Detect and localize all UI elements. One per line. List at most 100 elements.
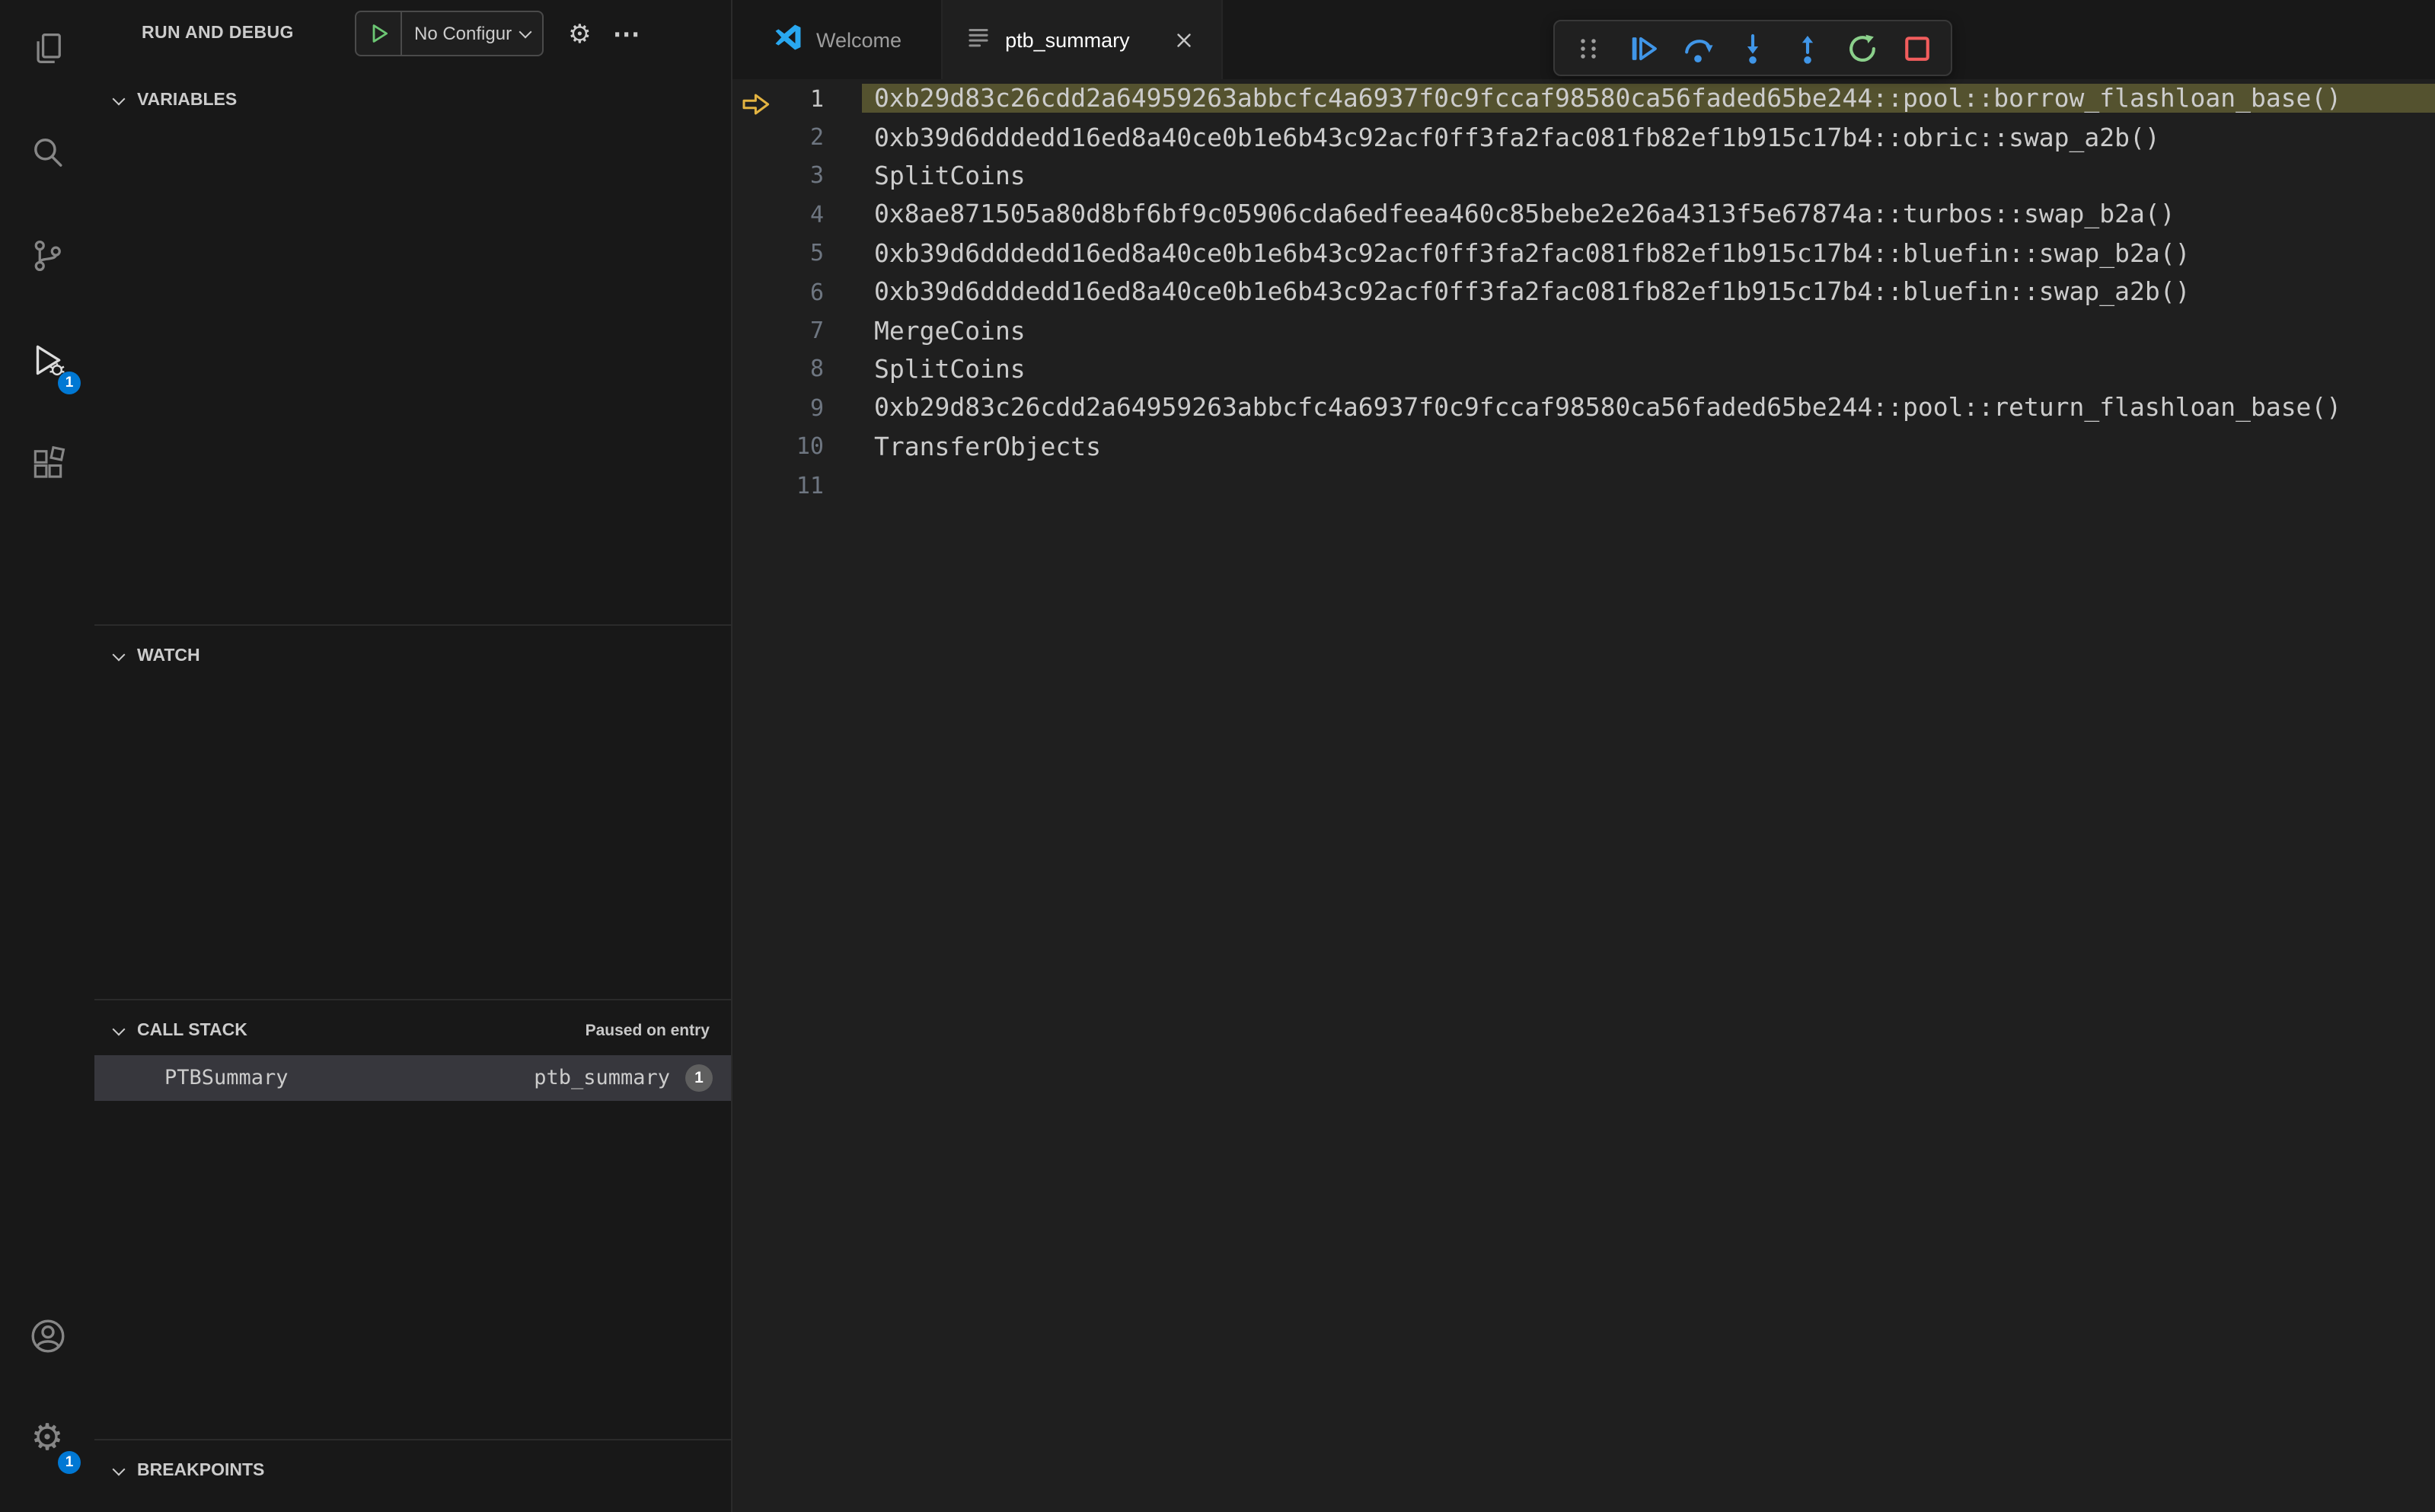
current-line-arrow-icon	[742, 91, 771, 123]
editor-gutter[interactable]: 8	[732, 356, 862, 383]
code-text: SplitCoins	[874, 354, 1026, 384]
close-icon[interactable]	[1170, 24, 1200, 55]
editor-gutter[interactable]: 3	[732, 162, 862, 190]
vscode-logo-icon	[772, 21, 804, 58]
editor-area: Welcome ptb_summary 1 0xb29d83c26cdd2a64…	[732, 0, 2435, 1512]
code-text: TransferObjects	[874, 432, 1102, 461]
line-number: 4	[809, 200, 824, 228]
call-stack-section-header[interactable]: CALL STACK Paused on entry	[94, 1013, 731, 1049]
line-number: 7	[809, 317, 824, 345]
line-number: 6	[809, 278, 824, 306]
frame-badge: 1	[685, 1064, 713, 1092]
code-text: 0xb39d6dddedd16ed8a40ce0b1e6b43c92acf0ff…	[874, 238, 2191, 268]
editor-gutter[interactable]: 1	[732, 85, 862, 114]
editor-gutter[interactable]: 5	[732, 240, 862, 267]
continue-icon[interactable]	[1625, 30, 1661, 66]
code-line[interactable]: 11	[732, 466, 2435, 505]
activity-bar-bottom: ⚙ 1	[17, 1305, 81, 1512]
config-label-text: No Configur	[414, 23, 512, 44]
source-control-icon[interactable]	[17, 225, 78, 286]
debug-settings-gear-icon[interactable]: ⚙	[568, 21, 592, 46]
gripper-icon[interactable]	[1570, 30, 1607, 66]
code-line[interactable]: 4 0x8ae871505a80d8bf6bf9c05906cda6edfeea…	[732, 195, 2435, 234]
sidebar-title: RUN AND DEBUG	[142, 24, 294, 43]
editor-gutter[interactable]: 6	[732, 278, 862, 305]
code-line[interactable]: 5 0xb39d6dddedd16ed8a40ce0b1e6b43c92acf0…	[732, 234, 2435, 273]
watch-body	[94, 675, 731, 999]
code-line[interactable]: 10 TransferObjects	[732, 427, 2435, 466]
settings-gear-icon[interactable]: ⚙ 1	[17, 1408, 81, 1474]
code-text: 0xb29d83c26cdd2a64959263abbcfc4a6937f0c9…	[862, 84, 2435, 113]
line-number: 9	[809, 394, 824, 422]
code-text: 0xb39d6dddedd16ed8a40ce0b1e6b43c92acf0ff…	[874, 123, 2160, 152]
editor-gutter[interactable]: 2	[732, 123, 862, 151]
variables-section: VARIABLES	[94, 67, 731, 624]
editor-gutter[interactable]: 4	[732, 201, 862, 228]
code-text: 0x8ae871505a80d8bf6bf9c05906cda6edfeea46…	[874, 199, 2175, 229]
restart-icon[interactable]	[1844, 30, 1881, 66]
editor-gutter[interactable]: 7	[732, 317, 862, 344]
code-text: MergeCoins	[874, 316, 1026, 346]
frame-name: PTBSummary	[164, 1066, 289, 1090]
step-out-icon[interactable]	[1789, 30, 1826, 66]
sidebar-header: RUN AND DEBUG No Configur ⚙ ⋯	[94, 0, 731, 67]
code-line[interactable]: 3 SplitCoins	[732, 157, 2435, 196]
more-actions-icon[interactable]: ⋯	[613, 20, 640, 47]
explorer-icon[interactable]	[17, 18, 78, 79]
watch-section-label: WATCH	[137, 647, 200, 665]
variables-section-label: VARIABLES	[137, 91, 238, 110]
run-debug-badge: 1	[58, 372, 81, 394]
code-text: 0xb39d6dddedd16ed8a40ce0b1e6b43c92acf0ff…	[874, 277, 2191, 307]
variables-body	[94, 119, 731, 624]
search-icon[interactable]	[17, 122, 78, 183]
step-into-icon[interactable]	[1734, 30, 1771, 66]
line-number: 2	[809, 123, 824, 152]
call-stack-body	[94, 1101, 731, 1439]
line-number: 5	[809, 239, 824, 267]
line-number: 10	[796, 432, 824, 461]
editor-gutter[interactable]: 9	[732, 394, 862, 422]
code-line[interactable]: 7 MergeCoins	[732, 311, 2435, 350]
chevron-down-icon	[519, 24, 532, 38]
code-line[interactable]: 9 0xb29d83c26cdd2a64959263abbcfc4a6937f0…	[732, 388, 2435, 427]
watch-section: WATCH	[94, 624, 731, 999]
code-text: 0xb29d83c26cdd2a64959263abbcfc4a6937f0c9…	[874, 393, 2342, 423]
account-icon[interactable]	[17, 1305, 78, 1366]
start-debugging-icon[interactable]	[356, 12, 402, 55]
tab-welcome[interactable]: Welcome	[732, 0, 943, 79]
code-line[interactable]: 8 SplitCoins	[732, 349, 2435, 388]
tab-welcome-label: Welcome	[816, 28, 902, 51]
run-debug-icon[interactable]: 1	[17, 329, 81, 394]
extensions-icon[interactable]	[17, 432, 78, 493]
settings-badge: 1	[58, 1451, 81, 1474]
breakpoints-section: BREAKPOINTS	[94, 1439, 731, 1512]
step-over-icon[interactable]	[1680, 30, 1716, 66]
tab-ptb-summary-label: ptb_summary	[1005, 28, 1130, 51]
file-icon	[964, 23, 993, 56]
editor-gutter[interactable]: 10	[732, 432, 862, 460]
breakpoints-section-header[interactable]: BREAKPOINTS	[94, 1453, 731, 1489]
debug-config-dropdown[interactable]: No Configur	[355, 11, 544, 56]
frame-file: ptb_summary	[534, 1066, 670, 1090]
line-number: 11	[796, 471, 824, 499]
activity-bar-top: 1	[17, 18, 81, 493]
call-stack-frame[interactable]: PTBSummary ptb_summary 1	[94, 1055, 731, 1101]
gear-glyph: ⚙	[30, 1418, 64, 1459]
tab-ptb-summary[interactable]: ptb_summary	[943, 0, 1223, 79]
debug-toolbar	[1553, 20, 1952, 76]
code-line[interactable]: 1 0xb29d83c26cdd2a64959263abbcfc4a6937f0…	[732, 79, 2435, 118]
code-editor[interactable]: 1 0xb29d83c26cdd2a64959263abbcfc4a6937f0…	[732, 79, 2435, 1512]
line-number: 3	[809, 161, 824, 190]
editor-gutter[interactable]: 11	[732, 471, 862, 499]
stop-icon[interactable]	[1899, 30, 1936, 66]
line-number: 1	[809, 85, 824, 113]
code-line[interactable]: 6 0xb39d6dddedd16ed8a40ce0b1e6b43c92acf0…	[732, 273, 2435, 311]
activity-bar: 1 ⚙ 1	[0, 0, 94, 1512]
variables-section-header[interactable]: VARIABLES	[94, 82, 731, 119]
chevron-down-icon	[112, 647, 126, 661]
pause-status-text: Paused on entry	[585, 1022, 710, 1040]
run-debug-sidebar: RUN AND DEBUG No Configur ⚙ ⋯ VARIABLES	[94, 0, 732, 1512]
code-line[interactable]: 2 0xb39d6dddedd16ed8a40ce0b1e6b43c92acf0…	[732, 118, 2435, 157]
vscode-window: 1 ⚙ 1 RUN AND DEBUG No Configur ⚙ ⋯ VARI…	[0, 0, 2435, 1512]
watch-section-header[interactable]: WATCH	[94, 638, 731, 675]
